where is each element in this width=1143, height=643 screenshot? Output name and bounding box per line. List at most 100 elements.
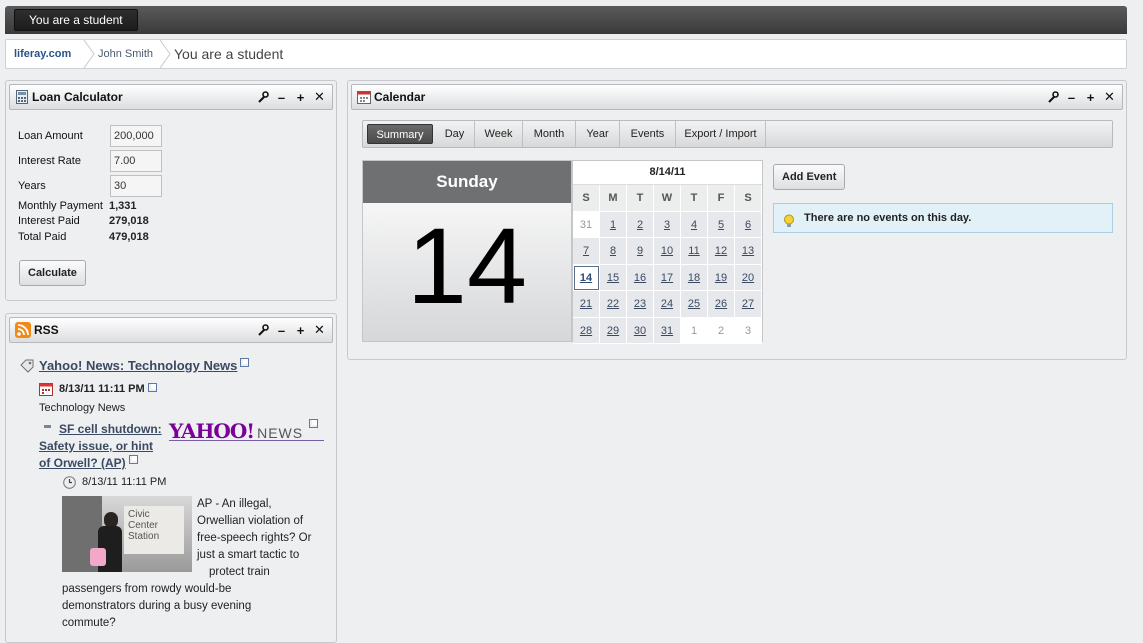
calendar-day[interactable]: 3 <box>654 211 681 238</box>
pink-bag <box>90 548 106 566</box>
entry-image[interactable]: Civic Center Station <box>62 496 192 572</box>
feed-date-text: 8/13/11 11:11 PM <box>59 383 145 395</box>
entry-title-line: Safety issue, or hint <box>39 439 154 453</box>
calendar-day[interactable]: 16 <box>627 264 654 291</box>
calendar-day[interactable]: 31 <box>654 317 681 344</box>
calendar-day[interactable]: 8 <box>600 238 627 265</box>
wrench-icon[interactable] <box>256 91 269 104</box>
day-summary-card: Sunday 14 <box>362 160 572 342</box>
calendar-day[interactable]: 5 <box>708 211 735 238</box>
calendar-day[interactable]: 25 <box>681 291 708 318</box>
calendar-day[interactable]: 19 <box>708 264 735 291</box>
news-logo-text: NEWS <box>257 425 304 441</box>
maximize-icon[interactable]: + <box>294 323 307 338</box>
calendar-day[interactable]: 12 <box>708 238 735 265</box>
calendar-day[interactable]: 13 <box>735 238 762 265</box>
feed-title-link[interactable]: Yahoo! News: Technology News <box>39 358 250 373</box>
minimize-icon[interactable]: – <box>275 90 288 105</box>
tab-summary[interactable]: Summary <box>367 124 433 144</box>
calendar-day[interactable]: 18 <box>681 264 708 291</box>
calendar-day[interactable]: 1 <box>600 211 627 238</box>
loan-amount-field[interactable] <box>110 125 162 147</box>
weekday-header: T <box>627 185 654 212</box>
tab-day[interactable]: Day <box>435 121 475 147</box>
calendar-day-selected[interactable]: 14 <box>573 264 600 291</box>
yahoo-news-logo[interactable]: YAHOO! NEWS <box>169 419 324 443</box>
breadcrumb-separator-icon <box>82 40 96 68</box>
monthly-payment-value: 1,331 <box>109 200 137 212</box>
tab-month[interactable]: Month <box>523 121 576 147</box>
week-row: 21 22 23 24 25 26 27 <box>573 291 762 318</box>
calendar-day[interactable]: 22 <box>600 291 627 318</box>
minimize-icon[interactable]: – <box>1065 90 1078 105</box>
weekday-header: S <box>573 185 600 212</box>
calendar-day[interactable]: 30 <box>627 317 654 344</box>
years-label: Years <box>18 180 46 192</box>
calendar-day[interactable]: 21 <box>573 291 600 318</box>
other-month-day: 2 <box>708 317 735 344</box>
entry-title-link[interactable]: SF cell shutdown: Safety issue, or hint … <box>39 421 164 472</box>
calendar-day[interactable]: 24 <box>654 291 681 318</box>
calculator-icon <box>15 90 29 104</box>
breadcrumb-item-current: You are a student <box>174 46 284 62</box>
entry-body-line: AP - An illegal, <box>197 498 272 510</box>
maximize-icon[interactable]: + <box>294 90 307 105</box>
calendar-day[interactable]: 15 <box>600 264 627 291</box>
entry-body-tail: passengers from rowdy would-be demonstra… <box>62 581 332 632</box>
entry-body-line: just a smart tactic to <box>197 549 300 561</box>
calendar-day[interactable]: 28 <box>573 317 600 344</box>
calendar-day[interactable]: 11 <box>681 238 708 265</box>
calendar-day[interactable]: 7 <box>573 238 600 265</box>
mini-calendar-title: 8/14/11 <box>573 161 762 185</box>
external-link-icon <box>128 455 138 464</box>
calculate-button[interactable]: Calculate <box>19 260 86 286</box>
maximize-icon[interactable]: + <box>1084 90 1097 105</box>
breadcrumb-item-site[interactable]: liferay.com <box>14 40 71 68</box>
mini-calendar-grid: S M T W T F S 31 1 2 3 4 5 6 7 8 9 10 11… <box>573 185 762 344</box>
other-month-day: 1 <box>681 317 708 344</box>
calendar-day[interactable]: 9 <box>627 238 654 265</box>
tab-year[interactable]: Year <box>576 121 620 147</box>
rss-portlet: RSS – + ✕ Yahoo! News: Technology News 8… <box>5 313 337 643</box>
weekday-header: M <box>600 185 627 212</box>
wrench-icon[interactable] <box>1046 91 1059 104</box>
entry-title-line: of Orwell? (AP) <box>39 456 126 470</box>
entry-body-line: Orwellian violation of <box>197 515 304 527</box>
close-icon[interactable]: ✕ <box>313 89 326 104</box>
minimize-icon[interactable]: – <box>275 323 288 338</box>
breadcrumb-item-user[interactable]: John Smith <box>98 40 153 68</box>
calendar-day[interactable]: 2 <box>627 211 654 238</box>
add-event-button[interactable]: Add Event <box>773 164 846 190</box>
calendar-day[interactable]: 27 <box>735 291 762 318</box>
week-row: 7 8 9 10 11 12 13 <box>573 238 762 265</box>
tab-week[interactable]: Week <box>475 121 523 147</box>
calendar-day[interactable]: 23 <box>627 291 654 318</box>
portlet-title: Loan Calculator <box>32 90 123 104</box>
interest-paid-label: Interest Paid <box>18 215 80 227</box>
calendar-day[interactable]: 20 <box>735 264 762 291</box>
sign-line: Center <box>128 520 159 531</box>
close-icon[interactable]: ✕ <box>1103 89 1116 104</box>
calendar-day[interactable]: 17 <box>654 264 681 291</box>
calendar-day[interactable]: 26 <box>708 291 735 318</box>
dock-page-tab[interactable]: You are a student <box>14 9 138 31</box>
close-icon[interactable]: ✕ <box>313 322 326 337</box>
calendar-portlet: Calendar – + ✕ Summary Day Week Month Ye… <box>347 80 1127 360</box>
interest-rate-field[interactable] <box>110 150 162 172</box>
weekday-label: Sunday <box>363 161 571 203</box>
tab-export-import[interactable]: Export / Import <box>676 121 766 147</box>
calendar-day[interactable]: 6 <box>735 211 762 238</box>
calendar-icon <box>357 90 371 104</box>
other-month-day: 3 <box>735 317 762 344</box>
calendar-day[interactable]: 4 <box>681 211 708 238</box>
weekday-header-row: S M T W T F S <box>573 185 762 212</box>
calendar-day[interactable]: 29 <box>600 317 627 344</box>
calendar-day[interactable]: 10 <box>654 238 681 265</box>
wrench-icon[interactable] <box>256 324 269 337</box>
no-events-text: There are no events on this day. <box>804 212 972 224</box>
weekday-header: W <box>654 185 681 212</box>
tab-events[interactable]: Events <box>620 121 676 147</box>
lightbulb-icon <box>782 211 796 227</box>
years-field[interactable] <box>110 175 162 197</box>
rss-icon <box>15 322 31 338</box>
